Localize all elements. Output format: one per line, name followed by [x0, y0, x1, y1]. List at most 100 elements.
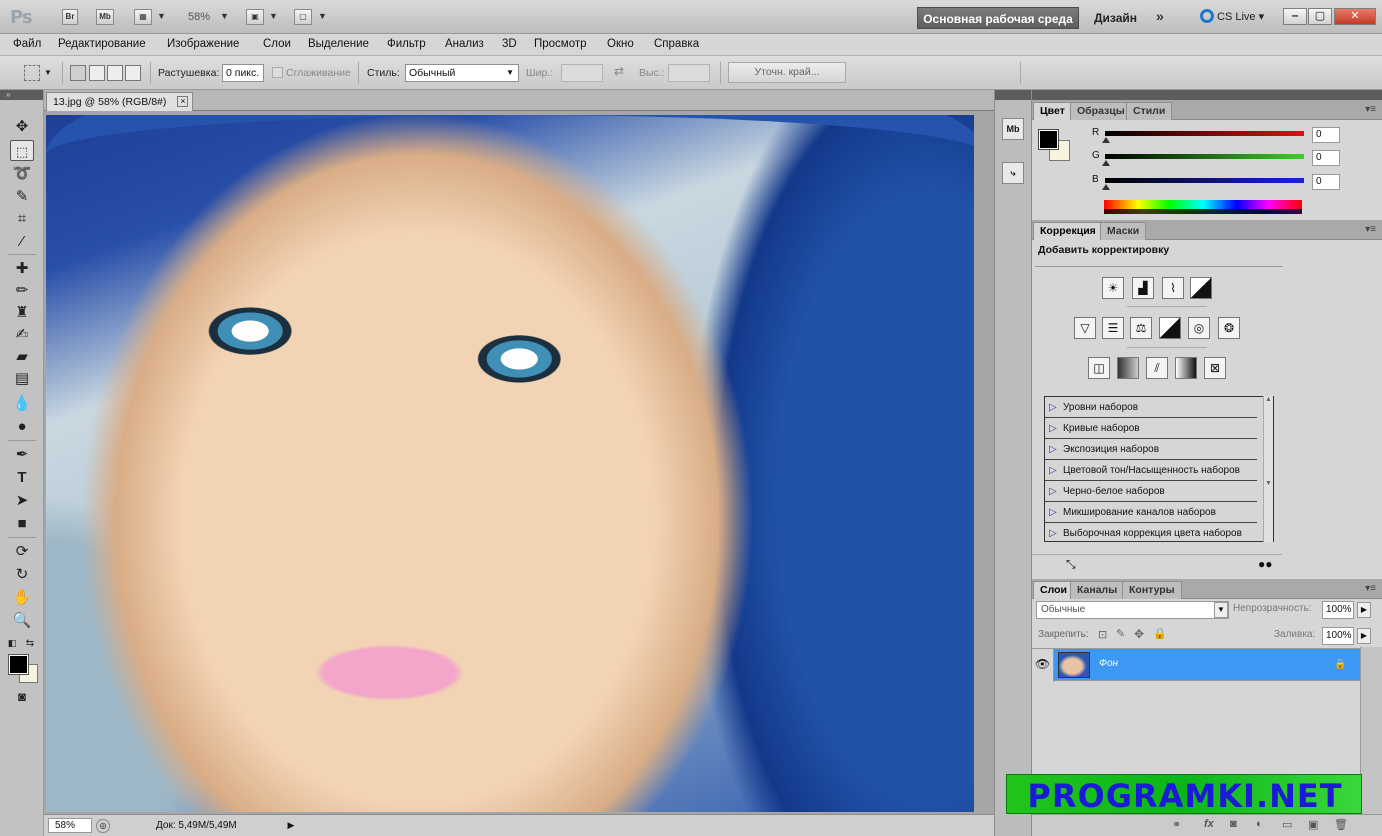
preset-curves[interactable]: ▷ Кривые наборов: [1045, 418, 1257, 439]
lock-all-icon[interactable]: 🔒: [1153, 627, 1167, 640]
3d-orbit-tool-icon[interactable]: ↻: [10, 564, 34, 585]
visibility-eye-icon[interactable]: 👁: [1032, 649, 1054, 682]
tab-channels[interactable]: Каналы: [1070, 581, 1125, 599]
swap-colors-icon[interactable]: ⇆: [24, 633, 36, 654]
screen-mode-button[interactable]: ▢: [294, 9, 312, 25]
marquee-preset-icon[interactable]: [24, 65, 40, 81]
layers-scrollbar[interactable]: [1360, 647, 1382, 814]
feather-input[interactable]: 0 пикс.: [222, 64, 264, 82]
menu-file[interactable]: Файл: [13, 38, 41, 50]
chevron-down-icon[interactable]: ▼: [157, 11, 166, 21]
lasso-tool-icon[interactable]: ➰: [10, 163, 34, 184]
preset-levels[interactable]: ▷ Уровни наборов: [1045, 397, 1257, 418]
more-workspaces-button[interactable]: »: [1156, 8, 1164, 24]
blue-channel-slider[interactable]: [1105, 178, 1304, 183]
path-selection-tool-icon[interactable]: ➤: [10, 490, 34, 511]
width-input[interactable]: [561, 64, 603, 82]
brush-tool-icon[interactable]: ✏: [10, 280, 34, 301]
blend-mode-select[interactable]: Обычные: [1036, 601, 1229, 619]
menu-view[interactable]: Просмотр: [534, 38, 587, 50]
blur-tool-icon[interactable]: 💧: [10, 393, 34, 414]
lock-transparency-icon[interactable]: ⊡: [1098, 628, 1107, 641]
brightness-contrast-icon[interactable]: ☀: [1102, 277, 1124, 299]
invert-icon[interactable]: ◫: [1088, 357, 1110, 379]
menu-edit[interactable]: Редактирование: [58, 38, 146, 50]
preset-black-white[interactable]: ▷ Черно-белое наборов: [1045, 481, 1257, 502]
blue-value-input[interactable]: 0: [1312, 174, 1340, 190]
tab-styles[interactable]: Стили: [1126, 102, 1173, 120]
tab-swatches[interactable]: Образцы: [1070, 102, 1132, 120]
history-icon[interactable]: ⤷: [1002, 162, 1024, 184]
view-extras-button[interactable]: ▦: [134, 9, 152, 25]
move-tool-icon[interactable]: ✥: [10, 116, 34, 137]
bridge-button[interactable]: Br: [62, 9, 78, 25]
new-selection-icon[interactable]: [70, 65, 86, 81]
opacity-input[interactable]: 100%: [1322, 601, 1354, 619]
photo-filter-icon[interactable]: ◎: [1188, 317, 1210, 339]
adjustment-layer-icon[interactable]: ◐: [1256, 818, 1263, 830]
hue-saturation-icon[interactable]: ☰: [1102, 317, 1124, 339]
gradient-tool-icon[interactable]: ▤: [10, 368, 34, 389]
eraser-tool-icon[interactable]: ▰: [10, 346, 34, 367]
menu-3d[interactable]: 3D: [502, 38, 517, 50]
menu-select[interactable]: Выделение: [308, 38, 369, 50]
panel-menu-icon[interactable]: ▾≡: [1365, 583, 1376, 594]
tab-color[interactable]: Цвет: [1033, 102, 1072, 120]
threshold-icon[interactable]: ⫽: [1146, 357, 1168, 379]
tab-paths[interactable]: Контуры: [1122, 581, 1182, 599]
pen-tool-icon[interactable]: ✒: [10, 444, 34, 465]
mini-bridge-icon[interactable]: Mb: [1002, 118, 1024, 140]
chevron-down-icon[interactable]: ▼: [1214, 602, 1228, 618]
color-spectrum-bar[interactable]: [1104, 200, 1302, 214]
link-layers-icon[interactable]: ⚭: [1172, 818, 1181, 831]
layer-mask-icon[interactable]: ◙: [1230, 818, 1237, 830]
levels-icon[interactable]: ▟: [1132, 277, 1154, 299]
menu-layer[interactable]: Слои: [263, 38, 291, 50]
layer-row[interactable]: 👁 Фон 🔒: [1032, 648, 1360, 682]
vibrance-icon[interactable]: ▽: [1074, 317, 1096, 339]
preset-channel-mixer[interactable]: ▷ Микширование каналов наборов: [1045, 502, 1257, 523]
green-channel-slider[interactable]: [1105, 154, 1304, 159]
preset-exposure[interactable]: ▷ Экспозиция наборов: [1045, 439, 1257, 460]
color-balance-icon[interactable]: ⚖: [1130, 317, 1152, 339]
clip-to-layer-icon[interactable]: ●●: [1258, 557, 1273, 571]
menu-image[interactable]: Изображение: [167, 38, 239, 50]
zoom-level[interactable]: 58%: [188, 11, 210, 23]
default-colors-icon[interactable]: ◧: [6, 633, 18, 654]
style-select[interactable]: Обычный ▼: [405, 64, 519, 82]
mini-bridge-button[interactable]: Mb: [96, 9, 114, 25]
menu-analysis[interactable]: Анализ: [445, 38, 484, 50]
channel-mixer-icon[interactable]: ❂: [1218, 317, 1240, 339]
posterize-icon[interactable]: [1117, 357, 1139, 379]
black-white-icon[interactable]: [1159, 317, 1181, 339]
tab-adjustments[interactable]: Коррекция: [1033, 222, 1103, 240]
layer-name[interactable]: Фон: [1099, 658, 1118, 669]
shape-tool-icon[interactable]: ■: [10, 513, 34, 534]
status-menu-arrow-icon[interactable]: ▶: [285, 818, 297, 833]
preset-hue-saturation[interactable]: ▷ Цветовой тон/Насыщенность наборов: [1045, 460, 1257, 481]
gradient-map-icon[interactable]: [1175, 357, 1197, 379]
tab-layers[interactable]: Слои: [1033, 581, 1074, 599]
zoom-tool-icon[interactable]: 🔍: [10, 610, 34, 631]
panel-collapse-bar[interactable]: »: [0, 90, 43, 100]
blue-slider-handle[interactable]: [1102, 184, 1110, 190]
quick-mask-icon[interactable]: ◙: [10, 686, 34, 707]
status-options-icon[interactable]: ◎: [96, 819, 110, 833]
panel-menu-icon[interactable]: ▾≡: [1365, 224, 1376, 235]
menu-filter[interactable]: Фильтр: [387, 38, 426, 50]
hand-tool-icon[interactable]: ✋: [10, 587, 34, 608]
new-group-icon[interactable]: ▭: [1282, 818, 1292, 831]
workspace-design-button[interactable]: Дизайн: [1094, 11, 1137, 25]
antialias-checkbox[interactable]: [272, 67, 283, 78]
close-icon[interactable]: ×: [177, 96, 189, 107]
exposure-icon[interactable]: [1190, 277, 1212, 299]
healing-brush-tool-icon[interactable]: ✚: [10, 258, 34, 279]
presets-scrollbar[interactable]: ▲ ▼: [1263, 396, 1273, 542]
cs-live-button[interactable]: CS Live ▾: [1200, 9, 1264, 23]
clone-stamp-tool-icon[interactable]: ♜: [10, 302, 34, 323]
refine-edge-button[interactable]: Уточн. край...: [728, 62, 846, 83]
subtract-from-selection-icon[interactable]: [107, 65, 123, 81]
red-channel-slider[interactable]: [1105, 131, 1304, 136]
tab-masks[interactable]: Маски: [1100, 222, 1147, 240]
chevron-down-icon[interactable]: ▼: [318, 11, 327, 21]
